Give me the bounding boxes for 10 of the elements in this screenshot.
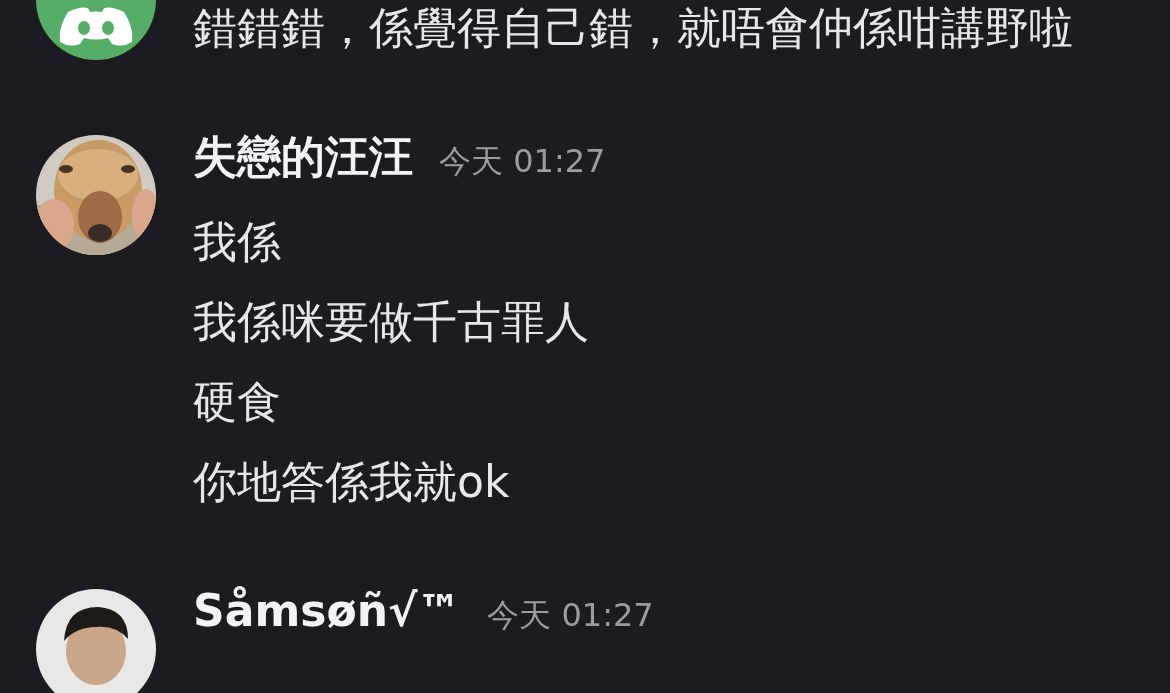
timestamp: 今天 01:27 bbox=[487, 595, 654, 636]
message-text: 我係 bbox=[193, 215, 282, 269]
timestamp: 今天 01:27 bbox=[439, 141, 606, 182]
message-text: 硬食 bbox=[193, 375, 282, 429]
message-text: 錯錯錯，係覺得自己錯，就唔會仲係咁講野啦 bbox=[193, 1, 1074, 55]
message-text: 你地答係我就ok bbox=[193, 455, 511, 509]
author-name[interactable]: 失戀的汪汪 bbox=[193, 123, 413, 190]
message-text: 我係咪要做千古罪人 bbox=[193, 295, 590, 349]
game-controller-icon bbox=[58, 6, 134, 46]
author-name[interactable]: Såmsøñ√™ bbox=[193, 577, 462, 644]
